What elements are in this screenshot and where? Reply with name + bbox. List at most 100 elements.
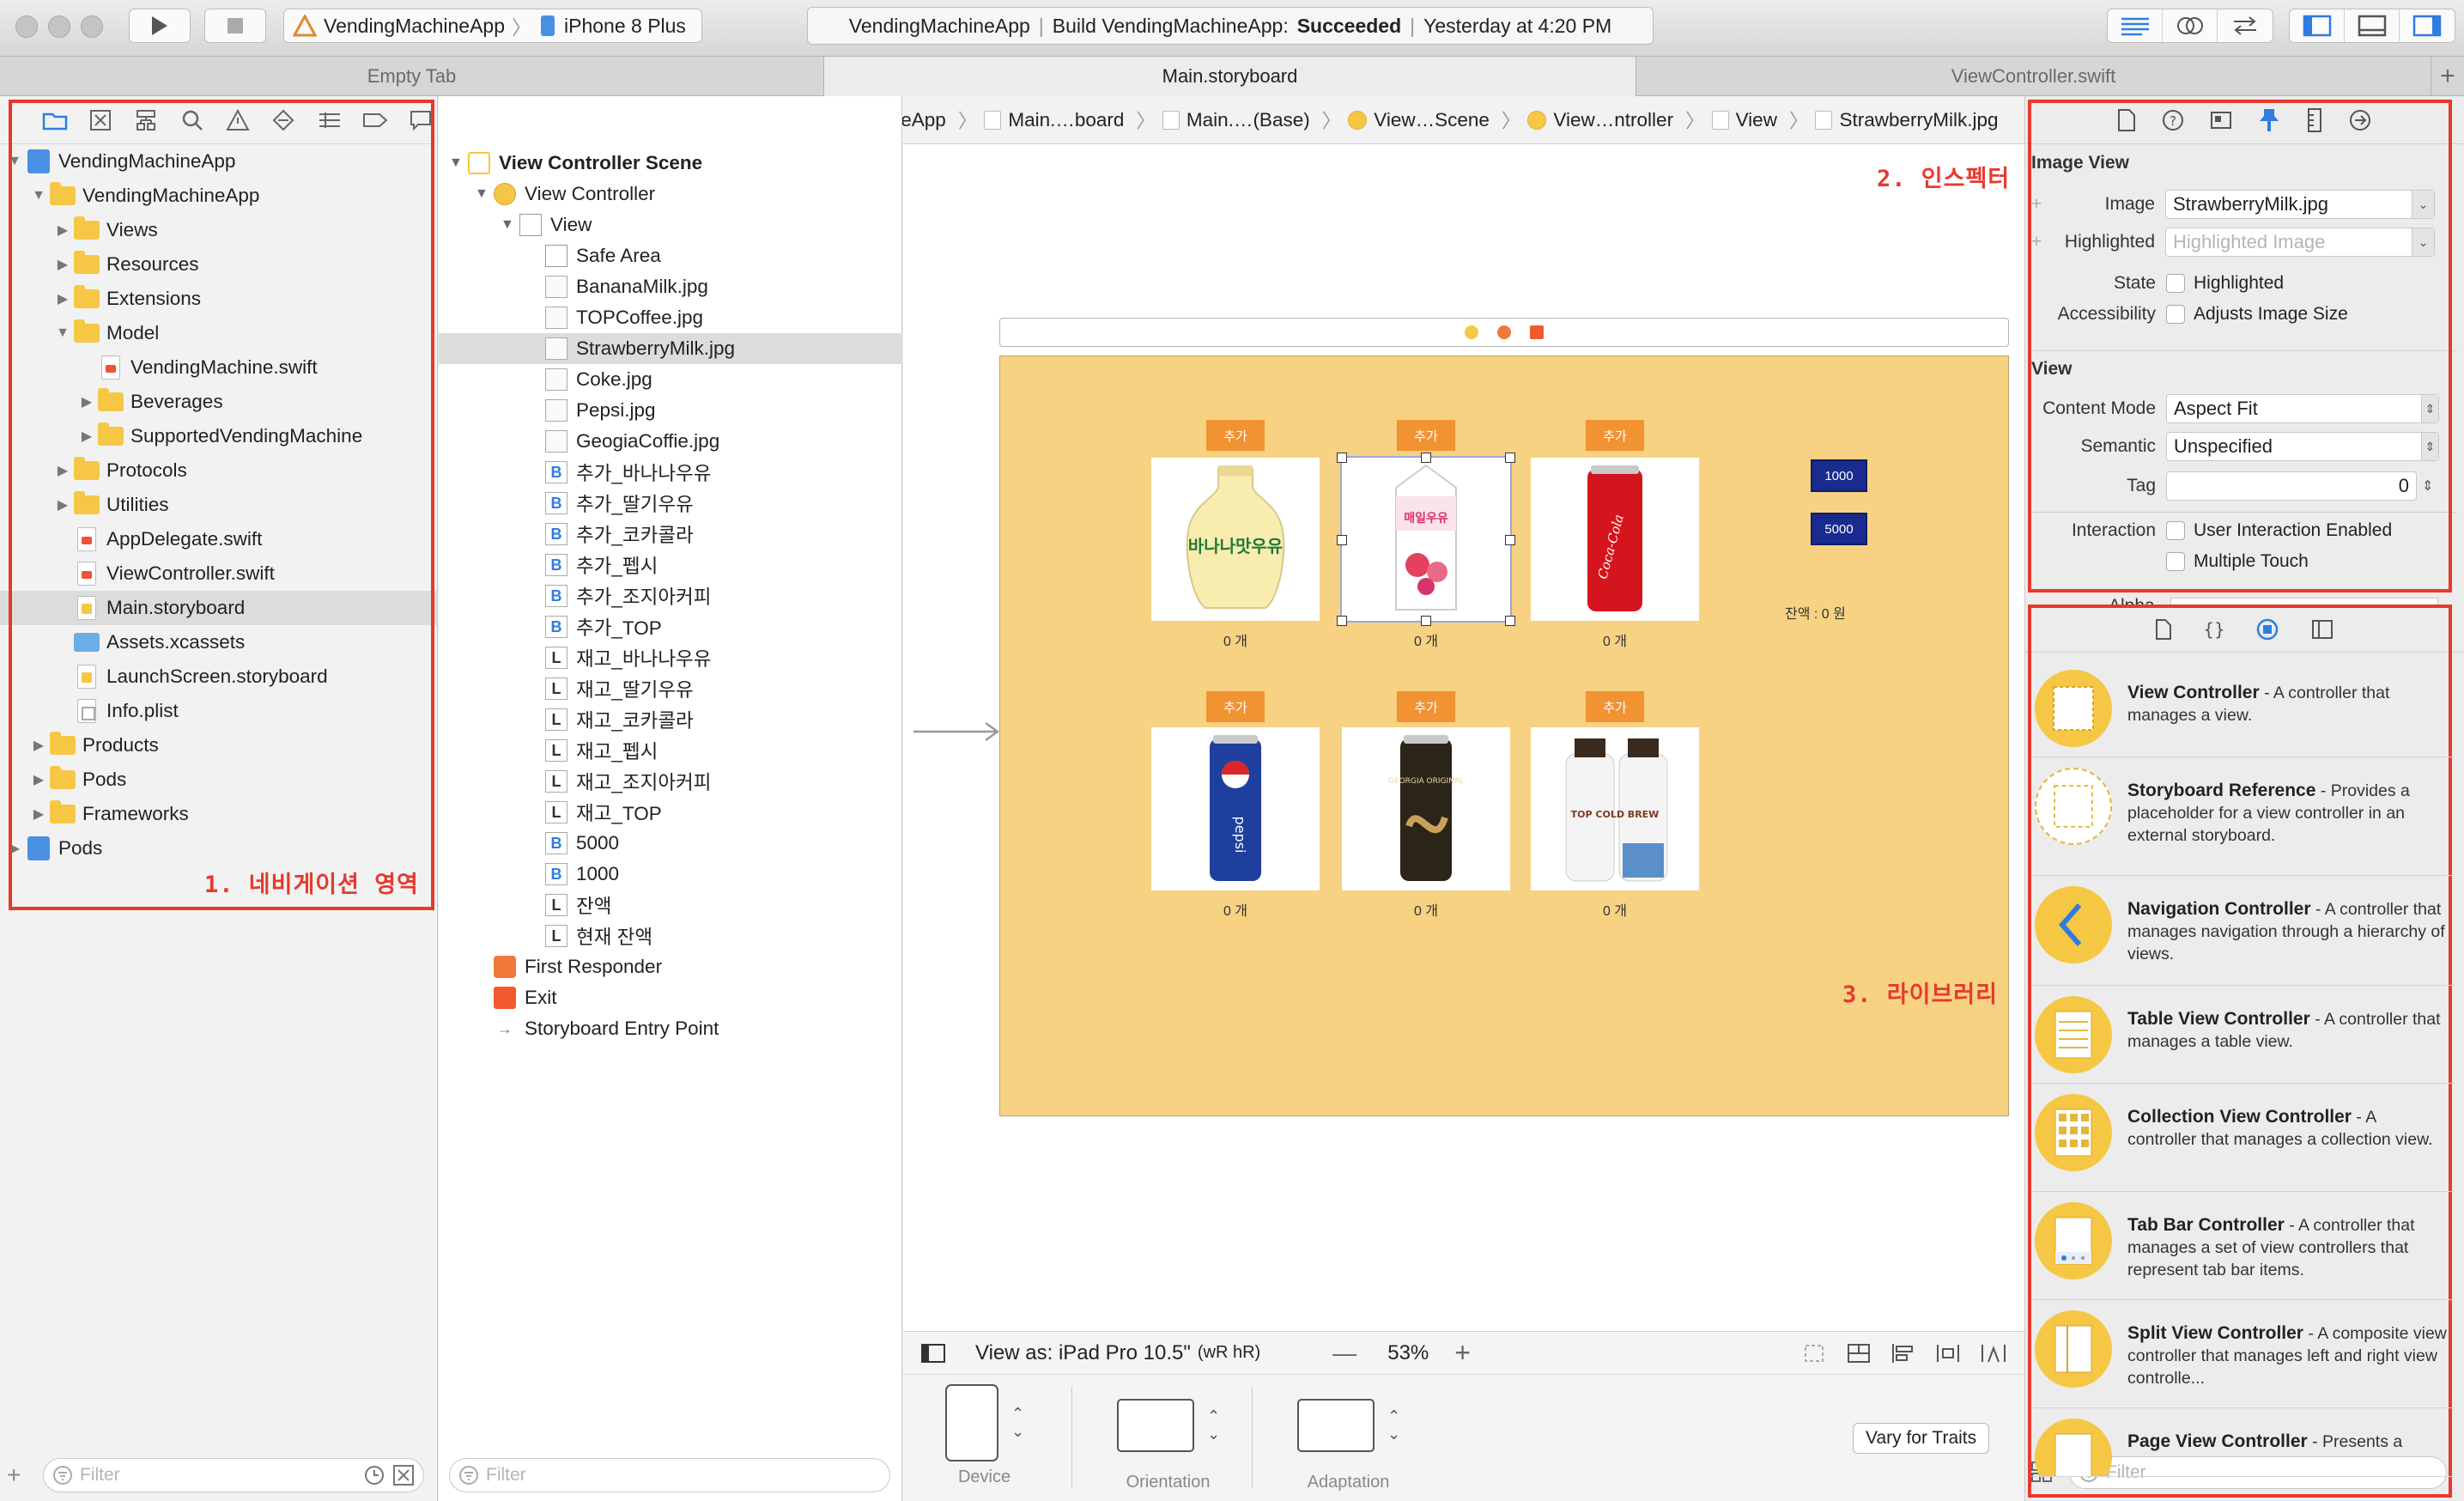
pepsi-image[interactable]: pepsi [1151, 727, 1320, 890]
add-pepsi-button[interactable]: 추가 [1206, 691, 1265, 722]
breadcrumb-item[interactable]: Main.…board 〉 [984, 106, 1156, 134]
outline-item[interactable]: Safe Area [439, 240, 902, 271]
outline-item[interactable]: L 재고_조지아커피 [439, 766, 902, 797]
outline-item[interactable]: L 재고_바나나우유 [439, 642, 902, 673]
add-coke-button[interactable]: 추가 [1586, 420, 1644, 451]
stop-button[interactable] [204, 9, 266, 43]
breadcrumb-item[interactable]: View…Scene 〉 [1348, 106, 1520, 134]
device-selector[interactable]: ⌃ ⌄ Device [944, 1383, 1024, 1487]
georgia-coffee-image[interactable]: GEORGIA ORIGINAL [1342, 727, 1510, 890]
resize-handle-bl[interactable] [1337, 616, 1347, 626]
tab-viewcontroller-swift[interactable]: ViewController.swift [1636, 57, 2431, 96]
outline-item[interactable]: B 추가_조지아커피 [439, 580, 902, 611]
close-window-button[interactable] [15, 15, 38, 38]
outline-item[interactable]: First Responder [439, 951, 902, 982]
outline-toggle-icon[interactable] [920, 1343, 946, 1364]
outline-item[interactable]: L 잔액 [439, 890, 902, 921]
library-item[interactable]: Page View Controller - Presents a [2031, 1408, 2454, 1477]
scene-dock[interactable] [999, 318, 2009, 347]
outline-item[interactable]: L 재고_코카콜라 [439, 704, 902, 735]
outline-item[interactable]: L 현재 잔액 [439, 921, 902, 951]
orientation-stepper-icon[interactable]: ⌃ ⌄ [1207, 1407, 1220, 1443]
recent-files-icon[interactable] [363, 1464, 385, 1486]
adaptation-selector[interactable]: ⌃ ⌄ Adaptation [1296, 1383, 1400, 1492]
outline-item[interactable]: StrawberryMilk.jpg [439, 333, 902, 364]
add-constraints-icon[interactable] [1935, 1341, 1961, 1365]
outline-item[interactable]: TOPCoffee.jpg [439, 302, 902, 333]
resize-handle-tl[interactable] [1337, 453, 1347, 463]
outline-item[interactable]: Exit [439, 982, 902, 1013]
library-item[interactable]: Split View Controller - A composite view… [2031, 1300, 2454, 1408]
outline-item[interactable]: L 재고_펩시 [439, 735, 902, 766]
outline-item[interactable]: L 재고_딸기우유 [439, 673, 902, 704]
strawberry-milk-image[interactable]: 매일우유 [1340, 456, 1512, 623]
minimize-window-button[interactable] [48, 15, 70, 38]
resize-handle-l[interactable] [1337, 535, 1347, 545]
disclosure-open-icon[interactable]: ▼ [475, 186, 494, 202]
outline-filter-field[interactable]: Filter [449, 1458, 890, 1492]
standard-editor-button[interactable] [2108, 9, 2163, 42]
resize-handle-br[interactable] [1505, 616, 1515, 626]
entry-point-arrow[interactable] [912, 721, 1001, 742]
library-item[interactable]: Tab Bar Controller - A controller that m… [2031, 1192, 2454, 1300]
top-coffee-image[interactable]: TOP COLD BREW [1531, 727, 1699, 890]
outline-item[interactable]: B 추가_바나나우유 [439, 457, 902, 488]
source-control-filter-icon[interactable] [392, 1464, 415, 1486]
outline-item[interactable]: → Storyboard Entry Point [439, 1013, 902, 1044]
device-stepper-icon[interactable]: ⌃ ⌄ [1011, 1405, 1024, 1441]
add-strawberry-milk-button[interactable]: 추가 [1397, 420, 1455, 451]
resize-handle-tr[interactable] [1505, 453, 1515, 463]
navigator-filter-field[interactable]: Filter [43, 1458, 424, 1492]
adaptation-stepper-icon[interactable]: ⌃ ⌄ [1387, 1407, 1400, 1443]
exit-dock-icon[interactable] [1530, 325, 1544, 339]
add-top-coffee-button[interactable]: 추가 [1586, 691, 1644, 722]
scheme-selector[interactable]: VendingMachineApp 〉 iPhone 8 Plus [283, 9, 702, 43]
outline-item[interactable]: L 재고_TOP [439, 797, 902, 828]
toggle-inspector-button[interactable] [2400, 9, 2455, 42]
resolve-issues-icon[interactable] [1980, 1341, 2007, 1365]
breadcrumb-item[interactable]: View…ntroller 〉 [1527, 106, 1705, 134]
library-item[interactable]: Storyboard Reference - Provides a placeh… [2031, 757, 2454, 876]
resize-handle-r[interactable] [1505, 535, 1515, 545]
outline-item[interactable]: B 추가_딸기우유 [439, 488, 902, 519]
insert-5000-button[interactable]: 5000 [1811, 513, 1867, 545]
breadcrumb-item[interactable]: Main.…(Base) 〉 [1162, 106, 1341, 134]
add-georgia-coffee-button[interactable]: 추가 [1397, 691, 1455, 722]
add-banana-milk-button[interactable]: 추가 [1206, 420, 1265, 451]
first-responder-dock-icon[interactable] [1497, 325, 1511, 339]
library-item[interactable]: Table View Controller - A controller tha… [2031, 986, 2454, 1084]
disclosure-open-icon[interactable]: ▼ [501, 217, 519, 233]
view-as-label[interactable]: View as: iPad Pro 10.5" [975, 1341, 1191, 1365]
breadcrumb-item[interactable]: View 〉 [1711, 106, 1808, 134]
outline-item[interactable]: BananaMilk.jpg [439, 271, 902, 302]
add-file-button[interactable]: + [7, 1462, 21, 1489]
orientation-selector[interactable]: ⌃ ⌄ Orientation [1116, 1383, 1220, 1492]
tab-empty[interactable]: Empty Tab [0, 57, 824, 96]
insert-1000-button[interactable]: 1000 [1811, 459, 1867, 492]
outline-item[interactable]: B 추가_펩시 [439, 550, 902, 580]
view-controller-dock-icon[interactable] [1465, 325, 1478, 339]
run-button[interactable] [129, 9, 191, 43]
assistant-editor-button[interactable] [2163, 9, 2218, 42]
library-item[interactable]: Navigation Controller - A controller tha… [2031, 876, 2454, 986]
resize-handle-b[interactable] [1421, 616, 1431, 626]
align-icon[interactable] [1890, 1341, 1916, 1365]
outline-item[interactable]: B 추가_코카콜라 [439, 519, 902, 550]
outline-item[interactable]: Coke.jpg [439, 364, 902, 395]
resize-handle-t[interactable] [1421, 453, 1431, 463]
toggle-navigator-button[interactable] [2290, 9, 2345, 42]
library-item[interactable]: Collection View Controller - A controlle… [2031, 1084, 2454, 1192]
vary-for-traits-button[interactable]: Vary for Traits [1853, 1423, 1990, 1454]
outline-item[interactable]: ▼ View Controller [439, 179, 902, 210]
coke-image[interactable]: Coca-Cola [1531, 458, 1699, 621]
tab-main-storyboard[interactable]: Main.storyboard [824, 57, 1636, 96]
zoom-in-button[interactable]: + [1454, 1337, 1471, 1369]
update-frames-icon[interactable] [1801, 1341, 1827, 1365]
toggle-debug-area-button[interactable] [2345, 9, 2400, 42]
outline-item[interactable]: ▼ View Controller Scene [439, 148, 902, 179]
banana-milk-image[interactable]: 바나나맛우유 [1151, 458, 1320, 621]
zoom-window-button[interactable] [81, 15, 103, 38]
add-tab-button[interactable]: + [2431, 57, 2464, 96]
embed-in-stack-icon[interactable] [1846, 1341, 1872, 1365]
breadcrumb-item[interactable]: StrawberryMilk.jpg [1815, 106, 1999, 134]
